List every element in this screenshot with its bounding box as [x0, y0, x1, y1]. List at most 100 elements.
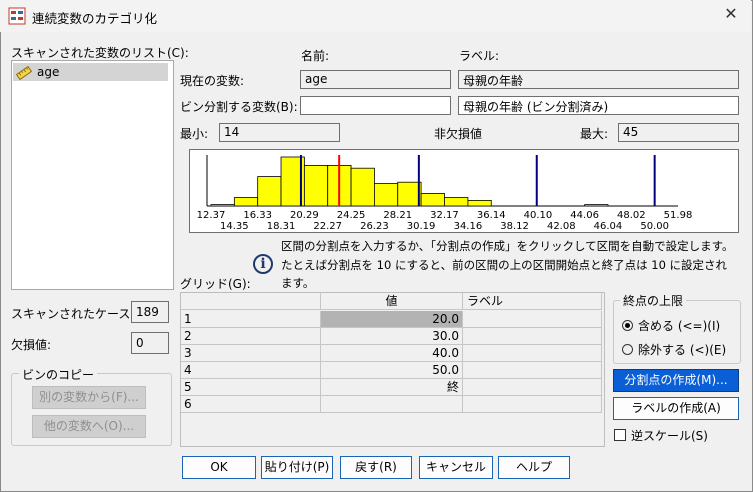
grid-cell-value[interactable]: 30.0: [321, 328, 463, 345]
binned-variable-label-field[interactable]: 母親の年齢 (ビン分割済み): [458, 96, 739, 115]
name-header: 名前:: [301, 49, 330, 63]
histogram-tick-label: 44.06: [570, 210, 599, 221]
histogram-bar: [397, 181, 422, 207]
histogram-tick-label: 24.25: [337, 210, 366, 221]
histogram-bar: [233, 197, 259, 207]
scanned-cases-label: スキャンされたケース:: [11, 307, 135, 321]
histogram-tick-label: 38.12: [500, 221, 529, 232]
reset-button[interactable]: 戻す(R): [340, 456, 412, 479]
histogram-bar: [210, 204, 235, 207]
copy-to-button[interactable]: 他の変数へ(O)...: [32, 415, 146, 438]
copy-bins-label: ビンのコピー: [19, 366, 98, 383]
copy-from-button[interactable]: 別の変数から(F)...: [32, 386, 146, 409]
grid-row-number: 1: [181, 311, 321, 328]
histogram-tick-label: 22.27: [313, 221, 342, 232]
histogram-tick-label: 20.29: [290, 210, 319, 221]
scanned-cases-field: 189: [131, 301, 169, 323]
histogram-tick-label: 48.02: [617, 210, 646, 221]
info-text-line-1: 区間の分割点を入力するか、「分割点の作成」をクリックして区間を自動で設定します。: [281, 239, 734, 253]
histogram-bar: [303, 164, 329, 207]
histogram-tick-label: 14.35: [220, 221, 249, 232]
grid-cell-value[interactable]: 20.0: [321, 311, 463, 328]
histogram-bar: [420, 193, 445, 207]
cancel-button[interactable]: キャンセル: [419, 456, 493, 479]
list-item-label: age: [37, 65, 60, 79]
min-value-field: 14: [219, 123, 340, 142]
close-icon[interactable]: ✕: [718, 4, 744, 23]
grid-header-value: 値: [321, 293, 463, 310]
grid-cell-label[interactable]: [463, 311, 602, 328]
radio-include[interactable]: [622, 320, 633, 331]
histogram-tick-label: 36.14: [477, 210, 506, 221]
histogram-tick-label: 42.08: [547, 221, 576, 232]
grid-cell-label[interactable]: [463, 396, 602, 413]
grid-row-number: 2: [181, 328, 321, 345]
include-radio[interactable]: [622, 318, 633, 332]
help-button[interactable]: ヘルプ: [498, 456, 570, 479]
app-icon: [8, 7, 26, 25]
histogram-tick-label: 30.19: [407, 221, 436, 232]
nonmissing-label: 非欠損値: [434, 127, 483, 141]
grid-cell-value[interactable]: [321, 396, 463, 413]
max-value-field: 45: [618, 123, 739, 142]
grid-cell-label[interactable]: [463, 379, 602, 396]
grid-row-number: 4: [181, 362, 321, 379]
histogram-bar: [467, 200, 492, 207]
histogram-tick-label: 34.16: [454, 221, 483, 232]
ok-button[interactable]: OK: [182, 456, 256, 479]
grid-cell-label[interactable]: [463, 328, 602, 345]
binned-variable-label: ビン分割する変数(B):: [180, 100, 298, 114]
window-title: 連続変数のカテゴリ化: [32, 11, 158, 26]
grid-cell-value[interactable]: 50.0: [321, 362, 463, 379]
histogram-tick-label: 18.31: [267, 221, 296, 232]
grid-header-rownum: [181, 293, 321, 310]
histogram-tick-label: 12.37: [197, 210, 226, 221]
exclude-radio[interactable]: [622, 342, 633, 356]
missing-label: 欠損値:: [11, 338, 52, 352]
histogram-bar: [584, 204, 609, 207]
histogram-bar: [444, 197, 469, 207]
make-cutpoints-button[interactable]: 分割点の作成(M)...: [613, 369, 739, 392]
paste-button[interactable]: 貼り付け(P): [261, 456, 333, 479]
ruler-icon: [15, 65, 33, 83]
grid-cell-label[interactable]: [463, 345, 602, 362]
histogram-bar: [350, 167, 375, 207]
histogram-tick-label: 32.17: [430, 210, 459, 221]
current-variable-name-field: age: [300, 70, 451, 89]
make-labels-button[interactable]: ラベルの作成(A): [613, 397, 739, 420]
info-text-line-2: たとえば分割点を 10 にすると、前の区間の上の区間開始点と終了点は 10 に設…: [281, 258, 728, 272]
min-label: 最小:: [180, 127, 209, 141]
reverse-scale-checkbox[interactable]: [614, 429, 626, 441]
grid-row-number: 5: [181, 379, 321, 396]
info-icon: i: [253, 254, 273, 274]
info-text-line-3: ます。: [281, 276, 315, 290]
grid-row-number: 6: [181, 396, 321, 413]
histogram-bar: [374, 183, 399, 207]
current-variable-label: 現在の変数:: [180, 74, 245, 88]
grid-row-number: 3: [181, 345, 321, 362]
exclude-radio-label[interactable]: 除外する (<)(E): [638, 341, 726, 358]
scanned-variable-list[interactable]: [11, 60, 174, 290]
current-variable-label-field: 母親の年齢: [458, 70, 739, 89]
histogram-chart: 12.37 16.33 20.29 24.25 28.21 32.17 36.14 40.10…: [189, 149, 739, 233]
grid-cell-label[interactable]: [463, 362, 602, 379]
upper-endpoint-label: 終点の上限: [620, 292, 687, 309]
histogram-bar: [257, 176, 282, 207]
binned-variable-name-field[interactable]: [300, 96, 451, 115]
grid-cell-value[interactable]: 終: [321, 379, 463, 396]
radio-exclude[interactable]: [622, 344, 633, 355]
include-radio-label[interactable]: 含める (<=)(I): [638, 317, 720, 334]
label-header: ラベル:: [459, 49, 500, 63]
grid-cell-value[interactable]: 40.0: [321, 345, 463, 362]
grid-label: グリッド(G):: [180, 277, 251, 291]
histogram-tick-label: 26.23: [360, 221, 389, 232]
reverse-scale-label[interactable]: 逆スケール(S): [631, 427, 708, 444]
histogram-tick-label: 40.10: [524, 210, 553, 221]
scanned-list-label: スキャンされた変数のリスト(C):: [11, 46, 189, 60]
missing-value-field: 0: [131, 332, 169, 354]
histogram-tick-label: 16.33: [243, 210, 272, 221]
histogram-tick-label: 28.21: [383, 210, 412, 221]
histogram-tick-label: 46.04: [594, 221, 623, 232]
histogram-tick-label: 50.00: [640, 221, 669, 232]
histogram-tick-label: 51.98: [664, 210, 693, 221]
